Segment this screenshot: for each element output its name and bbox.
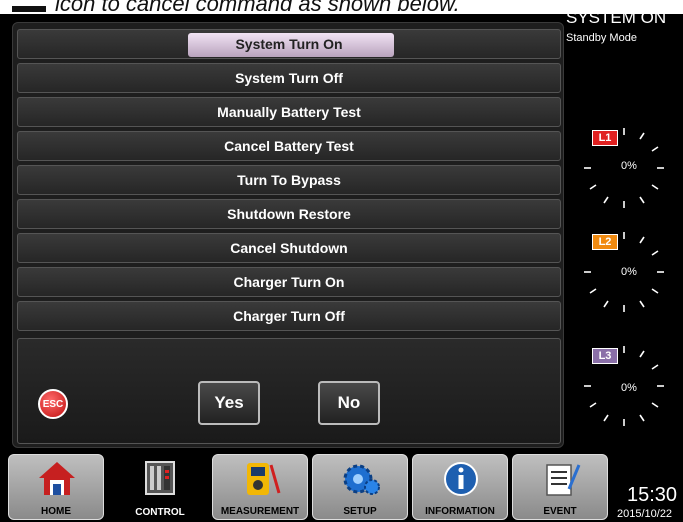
nav-information-button[interactable]: INFORMATION — [412, 454, 508, 520]
command-cancel-battery-test[interactable]: Cancel Battery Test — [17, 131, 561, 161]
nav-home-button[interactable]: HOME — [8, 454, 104, 520]
nav-information-label: INFORMATION — [425, 506, 495, 517]
l1-value: 0% — [621, 160, 637, 172]
nav-control-button[interactable]: CONTROL — [112, 454, 208, 520]
l3-value: 0% — [621, 382, 637, 394]
l2-tag: L2 — [592, 234, 618, 250]
command-charger-turn-off[interactable]: Charger Turn Off — [17, 301, 561, 331]
clock-date: 2015/10/22 — [617, 508, 673, 520]
bottom-nav: HOME CONTROL MEASUREMENT SETUP INFORMATI… — [8, 454, 608, 520]
command-label: Charger Turn On — [233, 274, 345, 290]
nav-measurement-button[interactable]: MEASUREMENT — [212, 454, 308, 520]
command-charger-turn-on[interactable]: Charger Turn On — [17, 267, 561, 297]
system-status-title: SYSTEM ON — [566, 8, 667, 27]
command-label: Cancel Shutdown — [230, 240, 348, 256]
command-manually-battery-test[interactable]: Manually Battery Test — [17, 97, 561, 127]
caption-icon — [12, 6, 46, 12]
system-mode-text: Standby Mode — [566, 32, 637, 44]
nav-home-label: HOME — [41, 506, 71, 517]
info-icon — [444, 462, 478, 496]
command-label: Shutdown Restore — [227, 206, 351, 222]
nav-setup-label: SETUP — [343, 506, 377, 517]
no-button[interactable]: No — [318, 381, 380, 425]
confirm-area: ESC Yes No — [17, 338, 561, 444]
home-icon — [39, 462, 75, 495]
l3-tag: L3 — [592, 348, 618, 364]
command-label: Manually Battery Test — [217, 104, 361, 120]
gear-icon — [343, 464, 380, 495]
command-system-turn-on[interactable]: System Turn On — [17, 29, 561, 59]
command-label: System Turn Off — [235, 70, 343, 86]
command-turn-to-bypass[interactable]: Turn To Bypass — [17, 165, 561, 195]
nav-control-label: CONTROL — [135, 507, 185, 518]
command-label: Charger Turn Off — [233, 308, 345, 324]
nav-event-label: EVENT — [543, 506, 577, 517]
command-shutdown-restore[interactable]: Shutdown Restore — [17, 199, 561, 229]
command-cancel-shutdown[interactable]: Cancel Shutdown — [17, 233, 561, 263]
caption-text: icon to cancel command as shown below. — [55, 0, 460, 14]
nav-measurement-label: MEASUREMENT — [220, 506, 300, 517]
esc-button[interactable]: ESC — [38, 389, 68, 419]
event-log-icon — [546, 464, 581, 496]
l2-value: 0% — [621, 266, 637, 278]
yes-button[interactable]: Yes — [198, 381, 260, 425]
command-label: System Turn On — [235, 36, 343, 52]
clock-time: 15:30 — [627, 484, 678, 506]
command-label: Turn To Bypass — [237, 172, 341, 188]
l1-tag: L1 — [592, 130, 618, 146]
nav-event-button[interactable]: EVENT — [512, 454, 608, 520]
control-panel-icon — [145, 461, 175, 495]
command-system-turn-off[interactable]: System Turn Off — [17, 63, 561, 93]
command-panel: System Turn On System Turn Off Manually … — [12, 22, 564, 448]
command-label: Cancel Battery Test — [224, 138, 354, 154]
nav-setup-button[interactable]: SETUP — [312, 454, 408, 520]
multimeter-icon — [247, 463, 281, 495]
